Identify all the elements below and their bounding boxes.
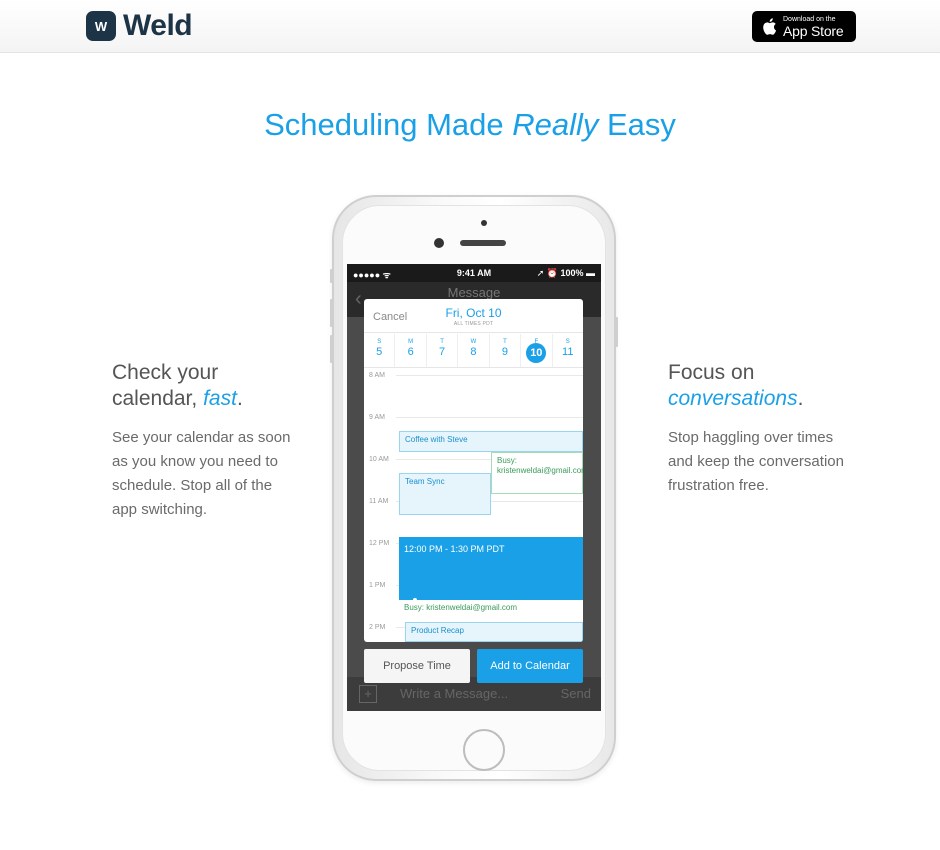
hour-label: 2 PM <box>369 624 386 631</box>
send-button[interactable]: Send <box>561 686 591 701</box>
day-fri-selected[interactable]: F 10 <box>521 334 553 367</box>
hero-title-part: Scheduling Made <box>264 107 513 142</box>
site-header: W Weld Download on the App Store <box>0 0 940 53</box>
hour-line <box>396 417 583 418</box>
day-sat[interactable]: S 11 <box>553 334 583 367</box>
hero-title: Scheduling Made Really Easy <box>0 107 940 143</box>
day-tue[interactable]: T7 <box>427 334 459 367</box>
apple-icon <box>763 18 777 35</box>
event-busy[interactable]: Busy: kristenweldai@gmail.com <box>491 452 583 494</box>
feature-heading-punct: . <box>236 387 243 410</box>
day-thu[interactable]: T9 <box>490 334 522 367</box>
phone-side-button <box>330 335 333 363</box>
phone-camera-icon <box>481 220 487 226</box>
status-bar: ●●●●● ᯤ 9:41 AM ➚ ⏰ 100% ▬ <box>347 264 601 282</box>
day-number: 8 <box>470 346 477 358</box>
day-mon[interactable]: M6 <box>395 334 427 367</box>
phone-screen: ●●●●● ᯤ 9:41 AM ➚ ⏰ 100% ▬ ‹ Message + W… <box>347 264 601 711</box>
logo-text: Weld <box>123 9 193 42</box>
hour-label: 1 PM <box>369 582 386 589</box>
phone-side-button <box>615 317 618 347</box>
hero-title-emphasis: Really <box>512 107 599 142</box>
day-number: 5 <box>376 346 383 358</box>
day-letter: T <box>503 339 507 345</box>
day-timeline[interactable]: 8 AM 9 AM 10 AM 11 AM 12 PM 1 PM 2 PM Co… <box>364 369 583 642</box>
feature-heading: Check your calendar, fast. <box>112 360 292 412</box>
propose-time-button[interactable]: Propose Time <box>364 649 470 683</box>
feature-heading: Focus on conversations. <box>668 360 848 412</box>
day-number: 11 <box>562 346 574 358</box>
phone-side-button <box>330 299 333 327</box>
phone-front-camera-icon <box>434 238 444 248</box>
hero-title-part: Easy <box>598 107 676 142</box>
app-store-big-label: App Store <box>783 22 844 39</box>
calendar-timezone-note: ALL TIMES PDT <box>453 321 494 327</box>
feature-heading-accent: fast <box>203 387 237 410</box>
calendar-date-title: Fri, Oct 10 <box>445 306 502 320</box>
app-store-text: Download on the App Store <box>783 16 844 39</box>
feature-heading-line: Check your <box>112 361 219 384</box>
feature-heading-accent: conversations <box>668 387 798 410</box>
add-to-calendar-button[interactable]: Add to Calendar <box>477 649 583 683</box>
weld-logo[interactable]: W Weld <box>86 9 193 43</box>
hour-label: 12 PM <box>369 540 390 547</box>
phone-side-button <box>330 269 333 283</box>
nav-title: Message <box>447 285 501 300</box>
event-product-recap[interactable]: Product Recap <box>405 622 583 642</box>
day-number: 6 <box>407 346 414 358</box>
hour-line <box>396 375 583 376</box>
week-strip: S5 M6 T7 W8 T9 F 10 S 11 <box>364 334 583 368</box>
logo-mark-icon: W <box>86 11 116 41</box>
app-store-button[interactable]: Download on the App Store <box>752 11 856 42</box>
feature-heading-line: Focus on <box>668 361 755 384</box>
day-letter: T <box>440 339 444 345</box>
day-wed[interactable]: W8 <box>458 334 490 367</box>
phone-home-button <box>463 729 505 771</box>
feature-heading-line: calendar, <box>112 387 204 410</box>
event-coffee[interactable]: Coffee with Steve <box>399 431 583 452</box>
calendar-picker: Cancel Fri, Oct 10 ALL TIMES PDT S5 M6 T… <box>364 299 583 642</box>
feature-body: Stop haggling over times and keep the co… <box>668 429 844 494</box>
day-number: 9 <box>501 346 508 358</box>
battery-icon: ➚ ⏰ 100% ▬ <box>536 268 595 278</box>
day-letter: S <box>377 339 382 345</box>
feature-heading-punct: . <box>797 387 804 410</box>
attach-plus-icon[interactable]: + <box>359 685 377 703</box>
hour-label: 10 AM <box>369 456 389 463</box>
hour-label: 9 AM <box>369 414 385 421</box>
calendar-actions: Propose Time Add to Calendar <box>364 649 583 683</box>
message-input[interactable]: Write a Message... <box>400 686 508 701</box>
day-sun[interactable]: S5 <box>364 334 396 367</box>
day-letter: M <box>408 339 414 345</box>
day-letter: S <box>565 339 570 345</box>
day-number: 7 <box>438 346 446 358</box>
event-busy[interactable]: Busy: kristenweldai@gmail.com <box>399 600 583 620</box>
event-team-sync[interactable]: Team Sync <box>399 473 491 515</box>
day-number: 10 <box>526 343 547 363</box>
feature-body: See your calendar as soon as you know yo… <box>112 429 291 518</box>
calendar-header: Cancel Fri, Oct 10 ALL TIMES PDT <box>364 299 583 333</box>
phone-speaker <box>460 240 506 246</box>
hour-label: 11 AM <box>369 498 389 505</box>
hour-label: 8 AM <box>369 372 385 379</box>
day-letter: W <box>470 339 477 345</box>
feature-focus-conversations: Focus on conversations. Stop haggling ov… <box>668 360 848 498</box>
selected-time-block[interactable]: 12:00 PM - 1:30 PM PDT <box>399 537 583 600</box>
feature-check-calendar: Check your calendar, fast. See your cale… <box>112 360 292 522</box>
